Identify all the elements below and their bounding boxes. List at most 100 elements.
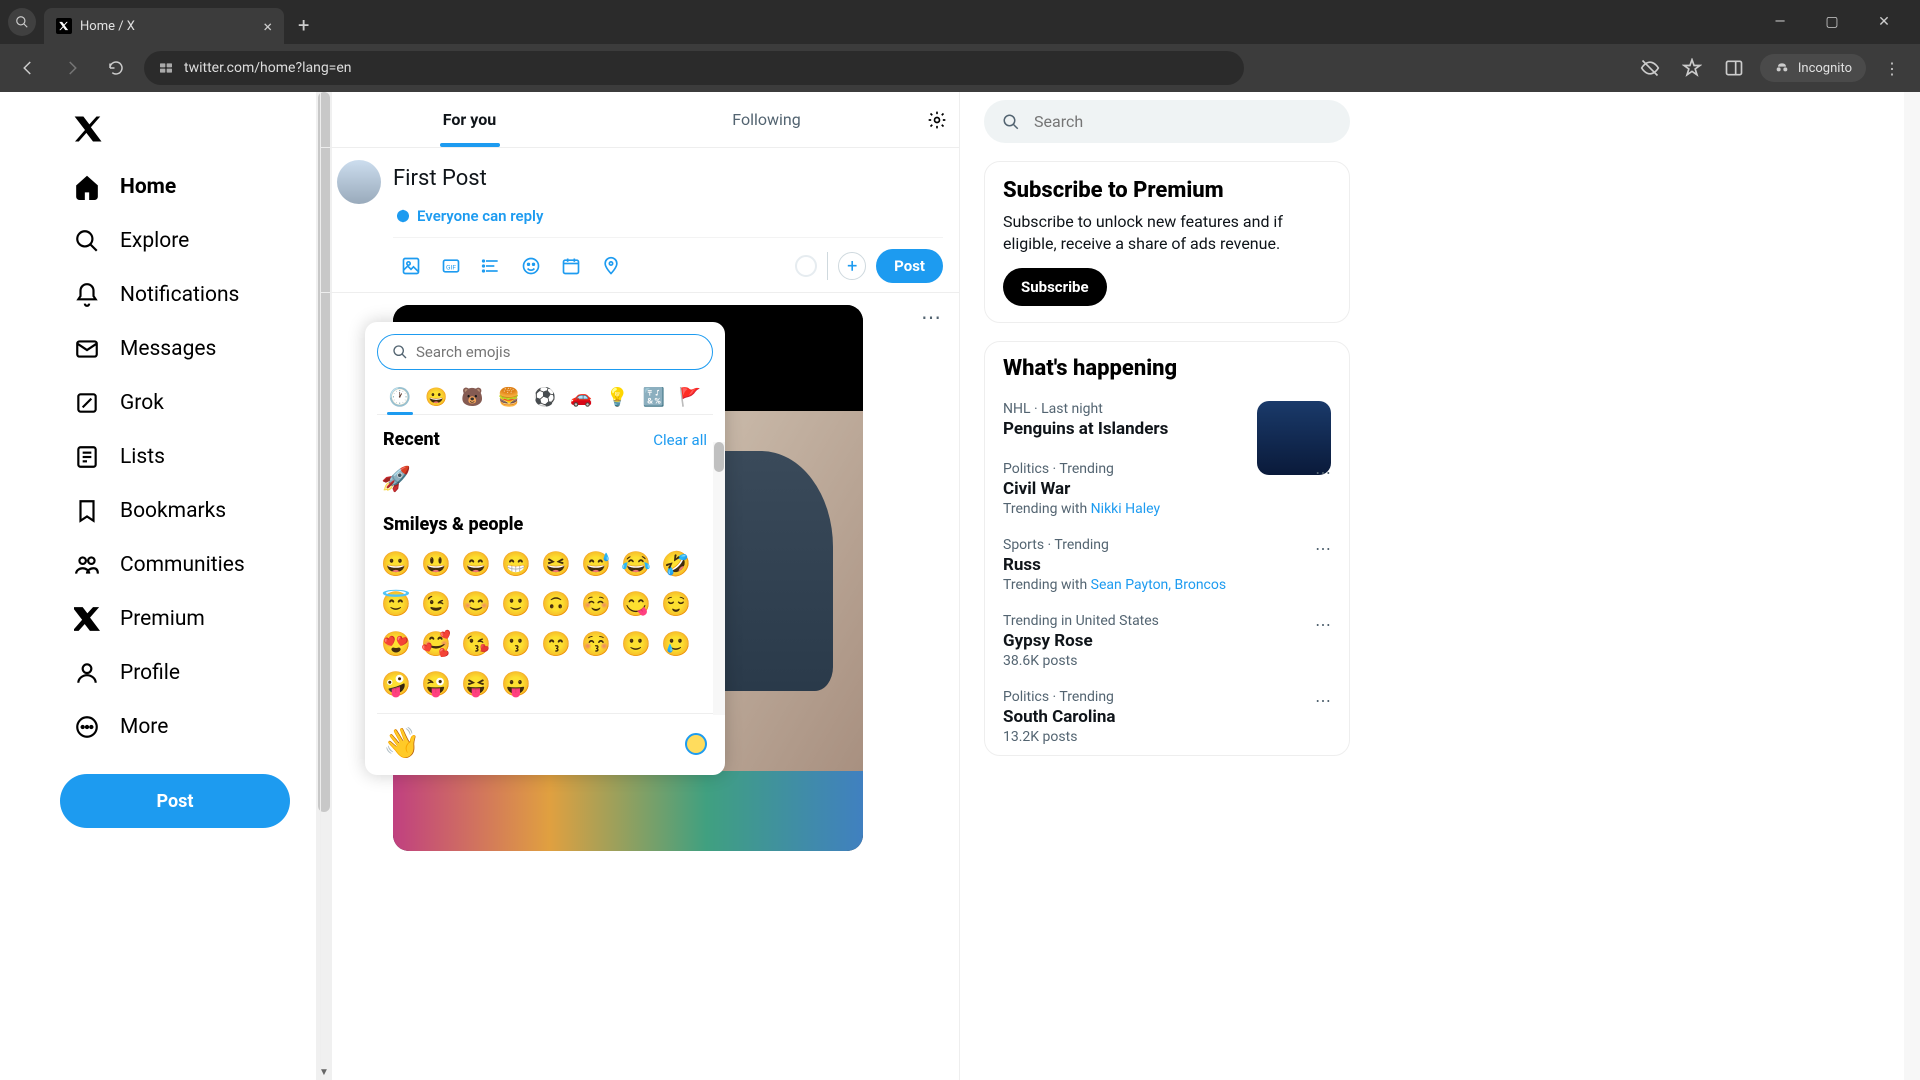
emoji-item[interactable]: 😃 bbox=[419, 547, 453, 581]
x-logo[interactable] bbox=[60, 102, 320, 160]
maximize-button[interactable]: ▢ bbox=[1812, 6, 1852, 38]
emoji-cat-travel[interactable]: 🚗 bbox=[564, 380, 598, 414]
emoji-item[interactable]: 😌 bbox=[659, 587, 693, 621]
emoji-item[interactable]: 😝 bbox=[459, 667, 493, 701]
emoji-item[interactable]: 😋 bbox=[619, 587, 653, 621]
nav-bookmarks[interactable]: Bookmarks bbox=[60, 484, 320, 538]
emoji-clear-button[interactable]: Clear all bbox=[653, 431, 707, 449]
emoji-scrollbar[interactable] bbox=[713, 442, 725, 715]
emoji-cat-activity[interactable]: ⚽ bbox=[528, 380, 562, 414]
emoji-item[interactable]: 😚 bbox=[579, 627, 613, 661]
nav-grok[interactable]: Grok bbox=[60, 376, 320, 430]
emoji-item[interactable]: 🚀 bbox=[379, 462, 413, 496]
trend-link[interactable]: Sean Payton, Broncos bbox=[1091, 577, 1226, 593]
page-scrollbar[interactable] bbox=[1904, 92, 1920, 1080]
tab-close-icon[interactable]: × bbox=[263, 17, 272, 36]
tab-following[interactable]: Following bbox=[618, 92, 915, 147]
emoji-cat-recent[interactable]: 🕐 bbox=[383, 380, 417, 414]
nav-home[interactable]: Home bbox=[60, 160, 320, 214]
emoji-item[interactable]: ☺️ bbox=[579, 587, 613, 621]
emoji-search-input[interactable] bbox=[377, 334, 713, 370]
emoji-item[interactable]: 😜 bbox=[419, 667, 453, 701]
skin-tone-selector[interactable] bbox=[685, 733, 707, 755]
eye-off-icon[interactable] bbox=[1634, 52, 1666, 84]
compose-avatar[interactable] bbox=[337, 160, 381, 204]
emoji-item[interactable]: 😇 bbox=[379, 587, 413, 621]
trend-item[interactable]: Trending in United StatesGypsy Rose38.6K… bbox=[985, 603, 1349, 679]
emoji-cat-animals[interactable]: 🐻 bbox=[456, 380, 490, 414]
emoji-item[interactable]: 😄 bbox=[459, 547, 493, 581]
nav-communities[interactable]: Communities bbox=[60, 538, 320, 592]
emoji-cat-food[interactable]: 🍔 bbox=[492, 380, 526, 414]
emoji-item[interactable]: 😂 bbox=[619, 547, 653, 581]
new-tab-button[interactable]: + bbox=[288, 13, 319, 37]
reload-button[interactable] bbox=[100, 52, 132, 84]
media-icon[interactable] bbox=[393, 248, 429, 284]
add-thread-button[interactable]: + bbox=[838, 252, 866, 280]
emoji-item[interactable]: 😗 bbox=[499, 627, 533, 661]
emoji-item[interactable]: 🙂 bbox=[499, 587, 533, 621]
reply-settings-button[interactable]: Everyone can reply bbox=[393, 205, 545, 237]
gif-icon[interactable]: GIF bbox=[433, 248, 469, 284]
trend-item[interactable]: Sports · TrendingRussTrending with Sean … bbox=[985, 527, 1349, 603]
close-window-button[interactable]: ✕ bbox=[1864, 6, 1904, 38]
trend-more-icon[interactable]: ⋯ bbox=[1315, 691, 1333, 710]
emoji-item[interactable]: 😁 bbox=[499, 547, 533, 581]
compose-text-input[interactable]: First Post bbox=[393, 160, 943, 205]
emoji-item[interactable]: 🙂 bbox=[619, 627, 653, 661]
emoji-item[interactable]: 😉 bbox=[419, 587, 453, 621]
back-button[interactable] bbox=[12, 52, 44, 84]
emoji-item[interactable]: 😅 bbox=[579, 547, 613, 581]
bookmark-star-icon[interactable] bbox=[1676, 52, 1708, 84]
emoji-item[interactable]: 🙃 bbox=[539, 587, 573, 621]
emoji-item[interactable]: 😘 bbox=[459, 627, 493, 661]
nav-premium[interactable]: Premium bbox=[60, 592, 320, 646]
emoji-item[interactable]: 🥲 bbox=[659, 627, 693, 661]
nav-lists[interactable]: Lists bbox=[60, 430, 320, 484]
trend-more-icon[interactable]: ⋯ bbox=[1315, 539, 1333, 558]
trend-item[interactable]: NHL · Last nightPenguins at Islanders bbox=[985, 391, 1349, 451]
search-input[interactable] bbox=[984, 100, 1350, 143]
emoji-item[interactable]: 🤪 bbox=[379, 667, 413, 701]
emoji-picker: 🕐 😀 🐻 🍔 ⚽ 🚗 💡 🔣 🚩 Recent Clear all 🚀 Smi… bbox=[365, 322, 725, 775]
emoji-cat-smileys[interactable]: 😀 bbox=[419, 380, 453, 414]
emoji-cat-symbols[interactable]: 🔣 bbox=[637, 380, 671, 414]
nav-messages[interactable]: Messages bbox=[60, 322, 320, 376]
side-panel-icon[interactable] bbox=[1718, 52, 1750, 84]
emoji-item[interactable]: 😀 bbox=[379, 547, 413, 581]
emoji-item[interactable]: 😆 bbox=[539, 547, 573, 581]
trend-link[interactable]: Nikki Haley bbox=[1091, 501, 1160, 517]
emoji-item[interactable]: 😛 bbox=[499, 667, 533, 701]
post-more-icon[interactable]: ⋯ bbox=[921, 305, 943, 329]
emoji-item[interactable]: 😙 bbox=[539, 627, 573, 661]
trend-more-icon[interactable]: ⋯ bbox=[1315, 615, 1333, 634]
emoji-item[interactable]: 🥰 bbox=[419, 627, 453, 661]
browser-tab[interactable]: Home / X × bbox=[44, 8, 284, 44]
address-bar[interactable]: twitter.com/home?lang=en bbox=[144, 51, 1244, 85]
poll-icon[interactable] bbox=[473, 248, 509, 284]
incognito-badge[interactable]: Incognito bbox=[1760, 54, 1866, 82]
emoji-item[interactable]: 😍 bbox=[379, 627, 413, 661]
emoji-cat-flags[interactable]: 🚩 bbox=[673, 380, 707, 414]
trend-item[interactable]: Politics · TrendingCivil WarTrending wit… bbox=[985, 451, 1349, 527]
location-icon[interactable] bbox=[593, 248, 629, 284]
nav-notifications[interactable]: Notifications bbox=[60, 268, 320, 322]
emoji-item[interactable]: 🤣 bbox=[659, 547, 693, 581]
trend-more-icon[interactable]: ⋯ bbox=[1315, 463, 1333, 482]
emoji-cat-objects[interactable]: 💡 bbox=[601, 380, 635, 414]
trend-item[interactable]: Politics · TrendingSouth Carolina13.2K p… bbox=[985, 679, 1349, 755]
nav-explore[interactable]: Explore bbox=[60, 214, 320, 268]
schedule-icon[interactable] bbox=[553, 248, 589, 284]
browser-menu-icon[interactable]: ⋮ bbox=[1876, 52, 1908, 84]
nav-more[interactable]: More bbox=[60, 700, 320, 754]
emoji-icon[interactable] bbox=[513, 248, 549, 284]
tab-for-you[interactable]: For you bbox=[321, 92, 618, 147]
nav-profile[interactable]: Profile bbox=[60, 646, 320, 700]
sidebar-post-button[interactable]: Post bbox=[60, 774, 290, 828]
compose-post-button[interactable]: Post bbox=[876, 249, 943, 283]
emoji-item[interactable]: 😊 bbox=[459, 587, 493, 621]
subscribe-button[interactable]: Subscribe bbox=[1003, 268, 1107, 306]
timeline-settings-icon[interactable] bbox=[915, 110, 959, 130]
tab-search-icon[interactable] bbox=[8, 8, 36, 36]
minimize-button[interactable]: — bbox=[1760, 6, 1800, 38]
